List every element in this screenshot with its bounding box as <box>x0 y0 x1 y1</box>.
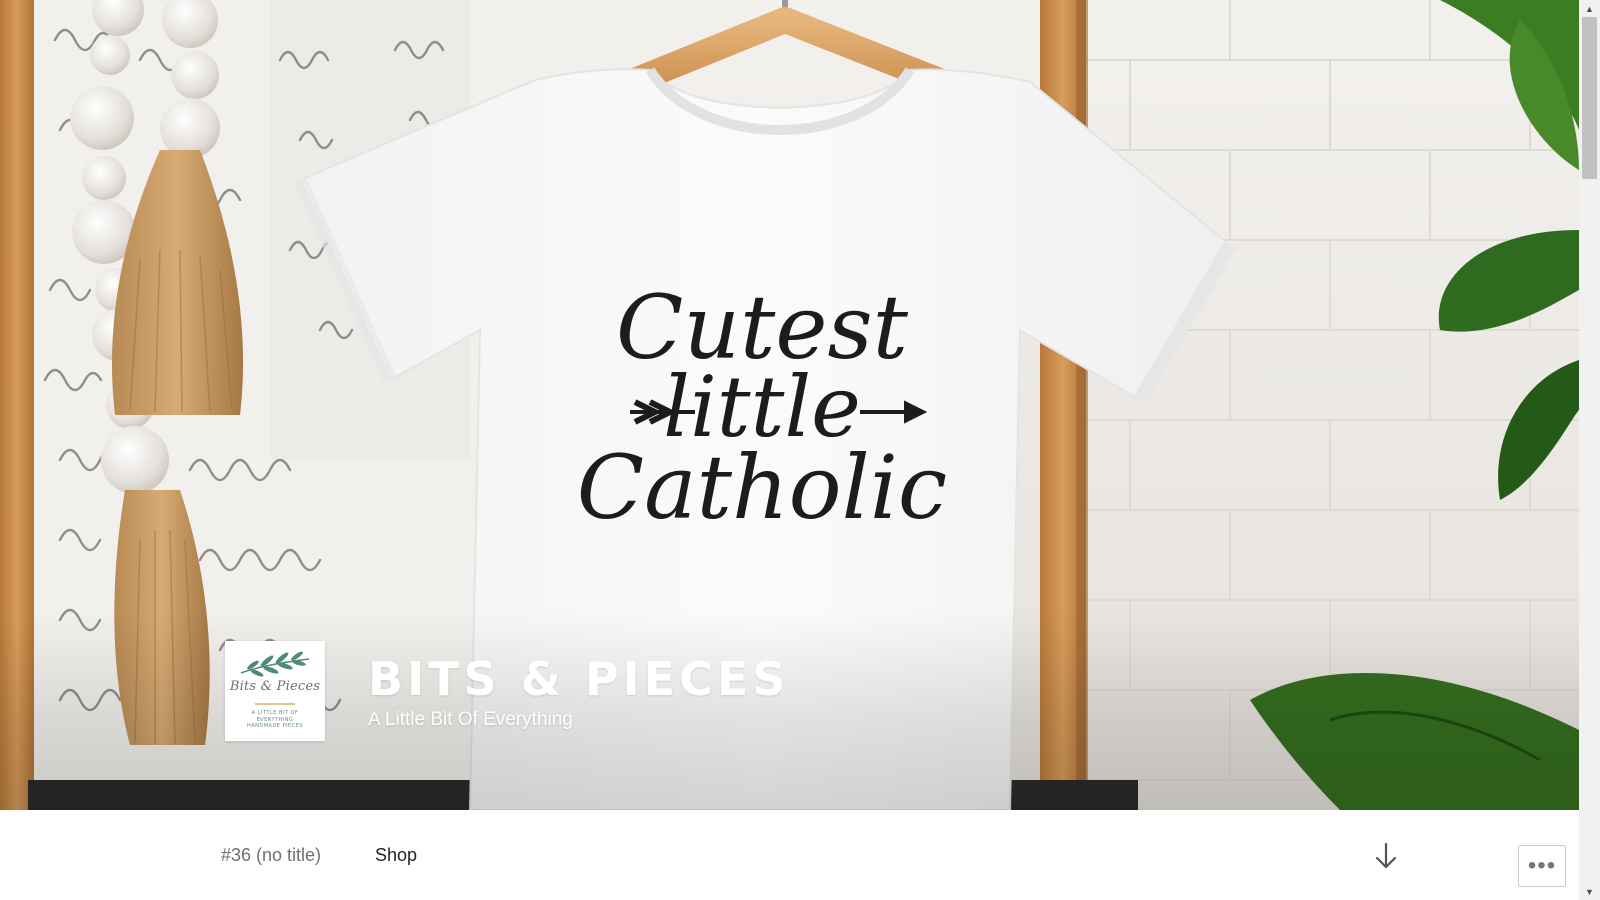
scroll-down-arrow-icon[interactable]: ▼ <box>1579 883 1600 900</box>
scroll-up-arrow-icon[interactable]: ▲ <box>1579 0 1600 17</box>
leaf-branch-icon <box>240 651 310 677</box>
site-branding: Bits & Pieces A Little Bit Of Everything… <box>225 641 789 741</box>
page-scrollbar[interactable]: ▲ ▼ <box>1579 0 1600 900</box>
nav-item-shop[interactable]: Shop <box>375 844 417 866</box>
nav-item-no-title[interactable]: #36 (no title) <box>221 844 321 866</box>
site-tagline: A Little Bit Of Everything <box>368 709 573 730</box>
more-menu-button[interactable]: ••• <box>1518 845 1566 887</box>
site-logo[interactable]: Bits & Pieces A Little Bit Of Everything… <box>225 641 325 741</box>
logo-subtext: A Little Bit Of Everything Handmade Piec… <box>235 710 315 730</box>
site-header-hero: Cutest little Catholic Bits & Pieces A L… <box>0 0 1579 810</box>
logo-script-text: Bits & Pieces <box>229 679 321 694</box>
scrollbar-thumb[interactable] <box>1582 17 1597 179</box>
site-title[interactable]: BITS & PIECES <box>368 653 789 705</box>
print-line-3: Catholic <box>577 436 947 539</box>
arrow-down-icon[interactable] <box>1373 842 1399 870</box>
logo-divider <box>255 703 295 705</box>
site-title-group: BITS & PIECES A Little Bit Of Everything <box>368 653 789 731</box>
page: Cutest little Catholic Bits & Pieces A L… <box>0 0 1600 900</box>
logo-sub-line: Handmade Pieces <box>246 723 304 729</box>
